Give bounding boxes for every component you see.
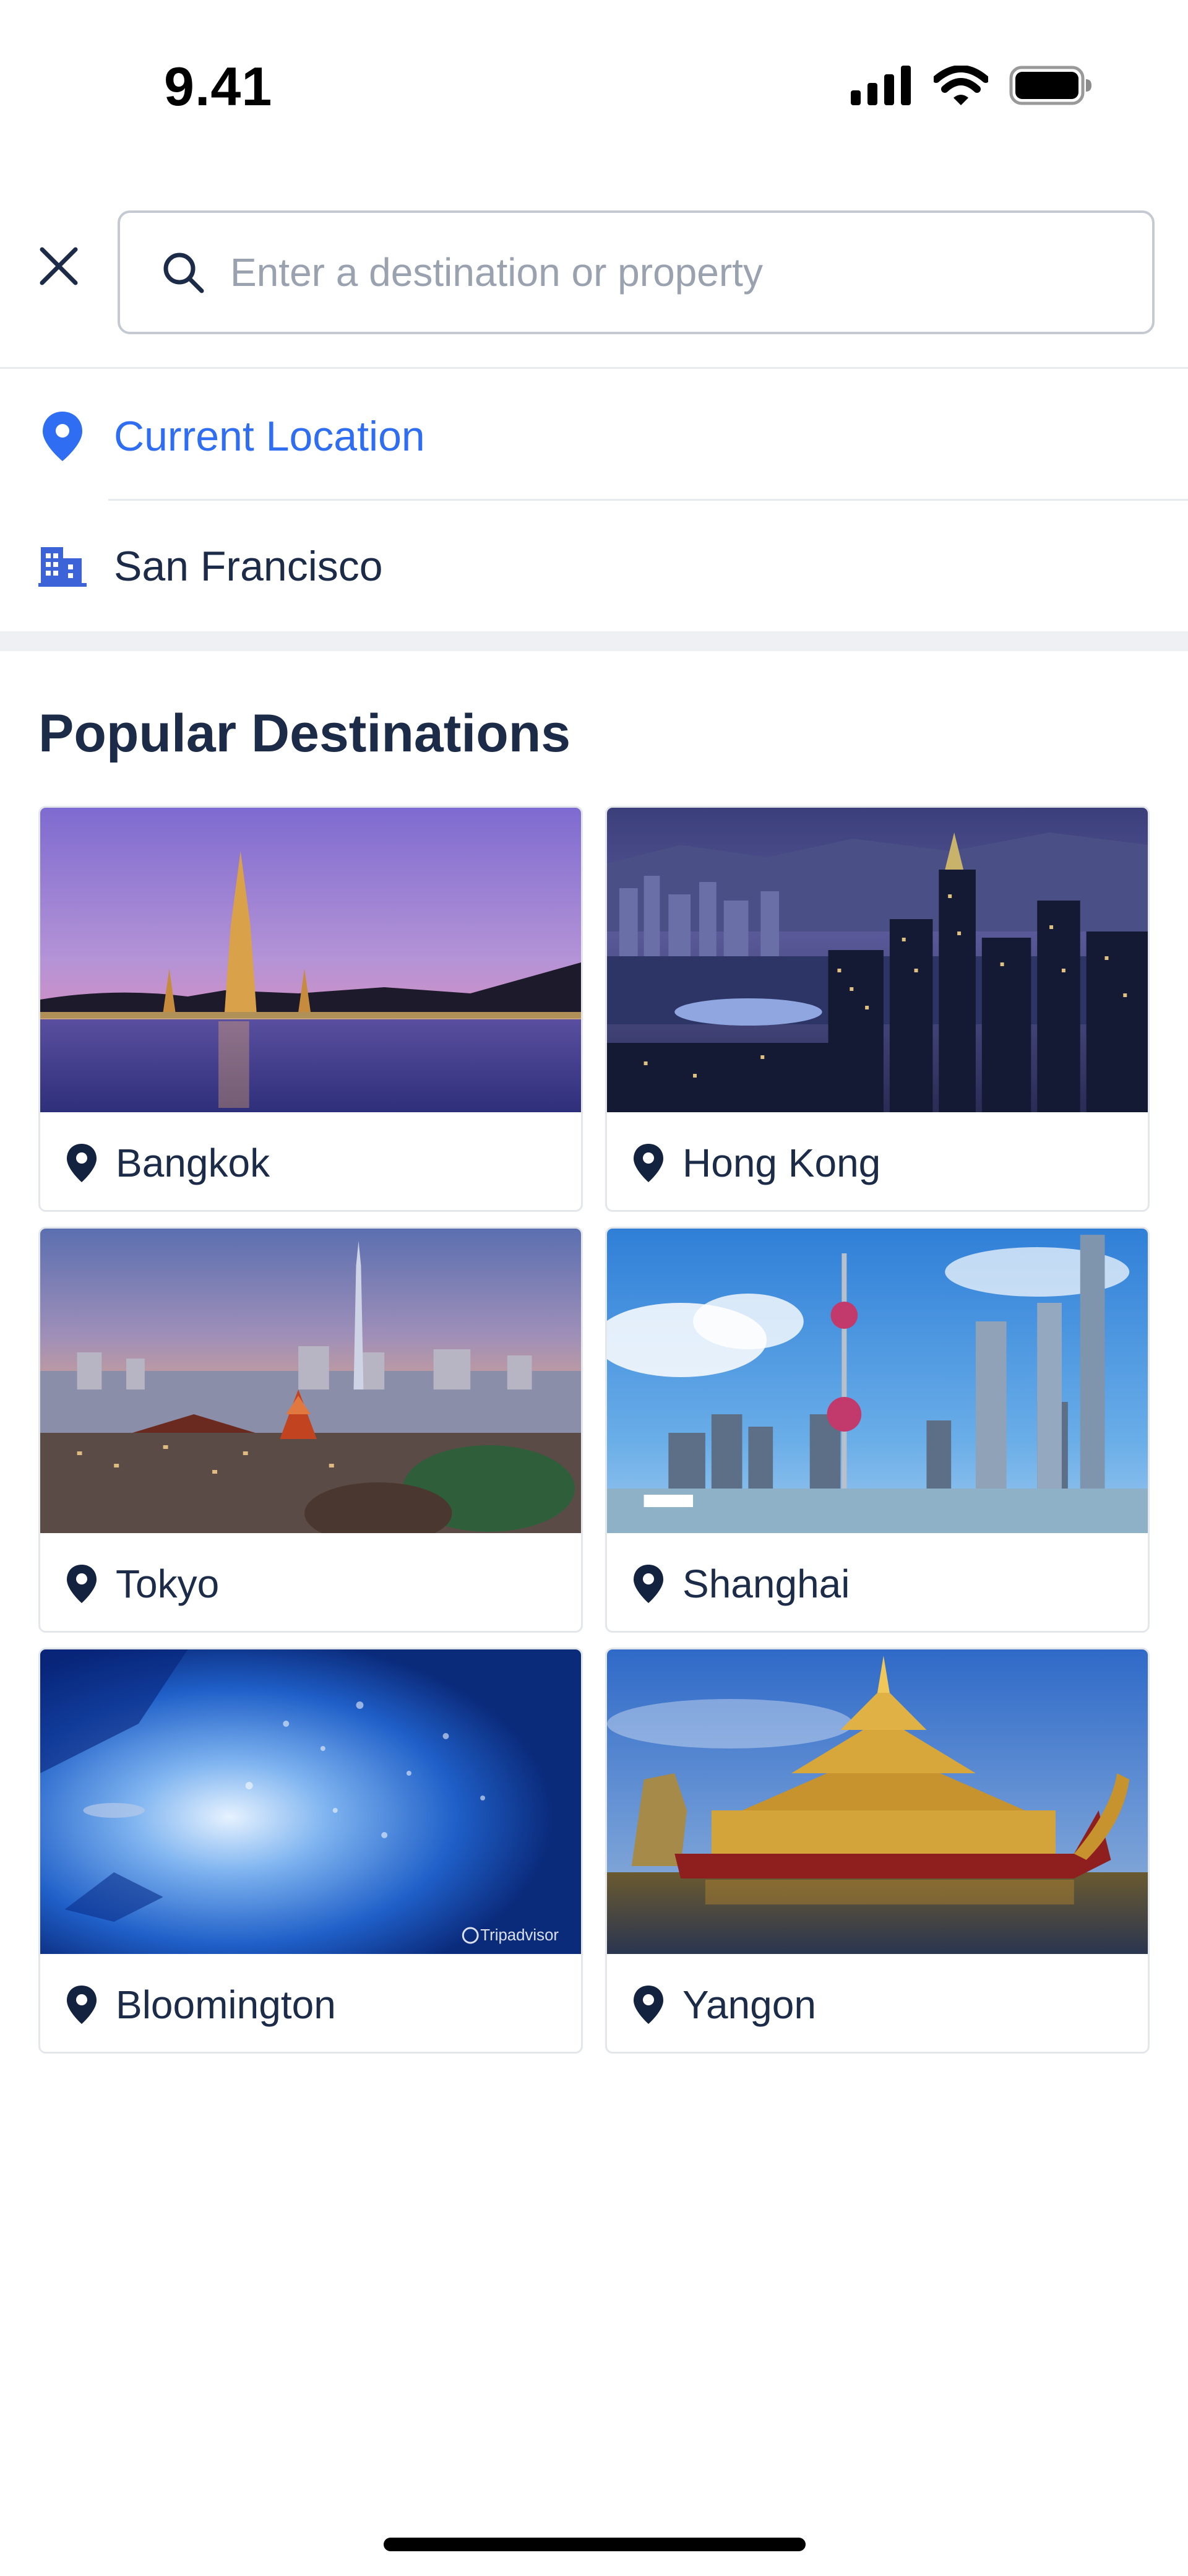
current-location-label: Current Location (114, 413, 425, 460)
destination-name: Bangkok (116, 1141, 270, 1185)
bangkok-temple-image (40, 808, 581, 1112)
destination-name: Tokyo (116, 1562, 220, 1606)
destination-label-row: Tokyo (40, 1533, 581, 1631)
destination-label-row: Shanghai (607, 1533, 1148, 1631)
shanghai-skyline-image (607, 1229, 1148, 1533)
destination-label-row: Hong Kong (607, 1112, 1148, 1210)
battery-icon (1009, 66, 1092, 108)
wifi-icon (932, 64, 989, 108)
popular-destinations-title: Popular Destinations (38, 704, 571, 763)
status-bar: 9.41 (0, 0, 1188, 179)
search-header (0, 179, 1188, 369)
search-input[interactable] (229, 249, 1085, 296)
hong-kong-skyline-image (607, 808, 1148, 1112)
location-pin-icon (36, 410, 89, 463)
search-box[interactable] (118, 210, 1155, 334)
destination-card-hong-kong[interactable]: Hong Kong (605, 806, 1150, 1212)
close-button[interactable] (31, 238, 87, 294)
building-icon (36, 540, 89, 593)
destination-label-row: Bangkok (40, 1112, 581, 1210)
destination-name: Shanghai (682, 1562, 850, 1606)
underwater-aquarium-image: Tripadvisor (40, 1649, 581, 1954)
destination-card-bangkok[interactable]: Bangkok (38, 806, 583, 1212)
destination-name: Hong Kong (682, 1141, 881, 1185)
destination-card-shanghai[interactable]: Shanghai (605, 1227, 1150, 1633)
san-francisco-label: San Francisco (114, 543, 383, 590)
suggestion-san-francisco[interactable]: San Francisco (0, 501, 1188, 631)
status-time: 9.41 (164, 56, 273, 117)
current-location-row[interactable]: Current Location (0, 371, 1188, 501)
location-pin-icon (628, 1143, 669, 1183)
destination-card-tokyo[interactable]: Tokyo (38, 1227, 583, 1633)
destination-card-bloomington[interactable]: Tripadvisor Bloomington (38, 1648, 583, 2054)
destination-card-yangon[interactable]: Yangon (605, 1648, 1150, 2054)
location-pin-icon (628, 1984, 669, 2025)
home-indicator[interactable] (384, 2538, 806, 2551)
destination-name: Bloomington (116, 1982, 336, 2027)
status-icons (851, 64, 1092, 108)
location-pin-icon (61, 1563, 102, 1604)
destination-label-row: Yangon (607, 1954, 1148, 2052)
location-pin-icon (628, 1563, 669, 1604)
location-pin-icon (61, 1984, 102, 2025)
location-pin-icon (61, 1143, 102, 1183)
close-icon (40, 247, 78, 285)
destination-name: Yangon (682, 1982, 816, 2027)
tokyo-skyline-image (40, 1229, 581, 1533)
yangon-barge-image (607, 1649, 1148, 1954)
destinations-grid: Bangkok Hong Kong Tokyo Shanghai Tripadv… (38, 806, 1150, 2054)
tripadvisor-watermark: Tripadvisor (480, 1927, 559, 1944)
section-divider (0, 631, 1188, 651)
suggestion-divider (108, 499, 1188, 501)
cellular-signal-icon (851, 65, 913, 108)
search-icon (158, 248, 208, 297)
destination-label-row: Bloomington (40, 1954, 581, 2052)
